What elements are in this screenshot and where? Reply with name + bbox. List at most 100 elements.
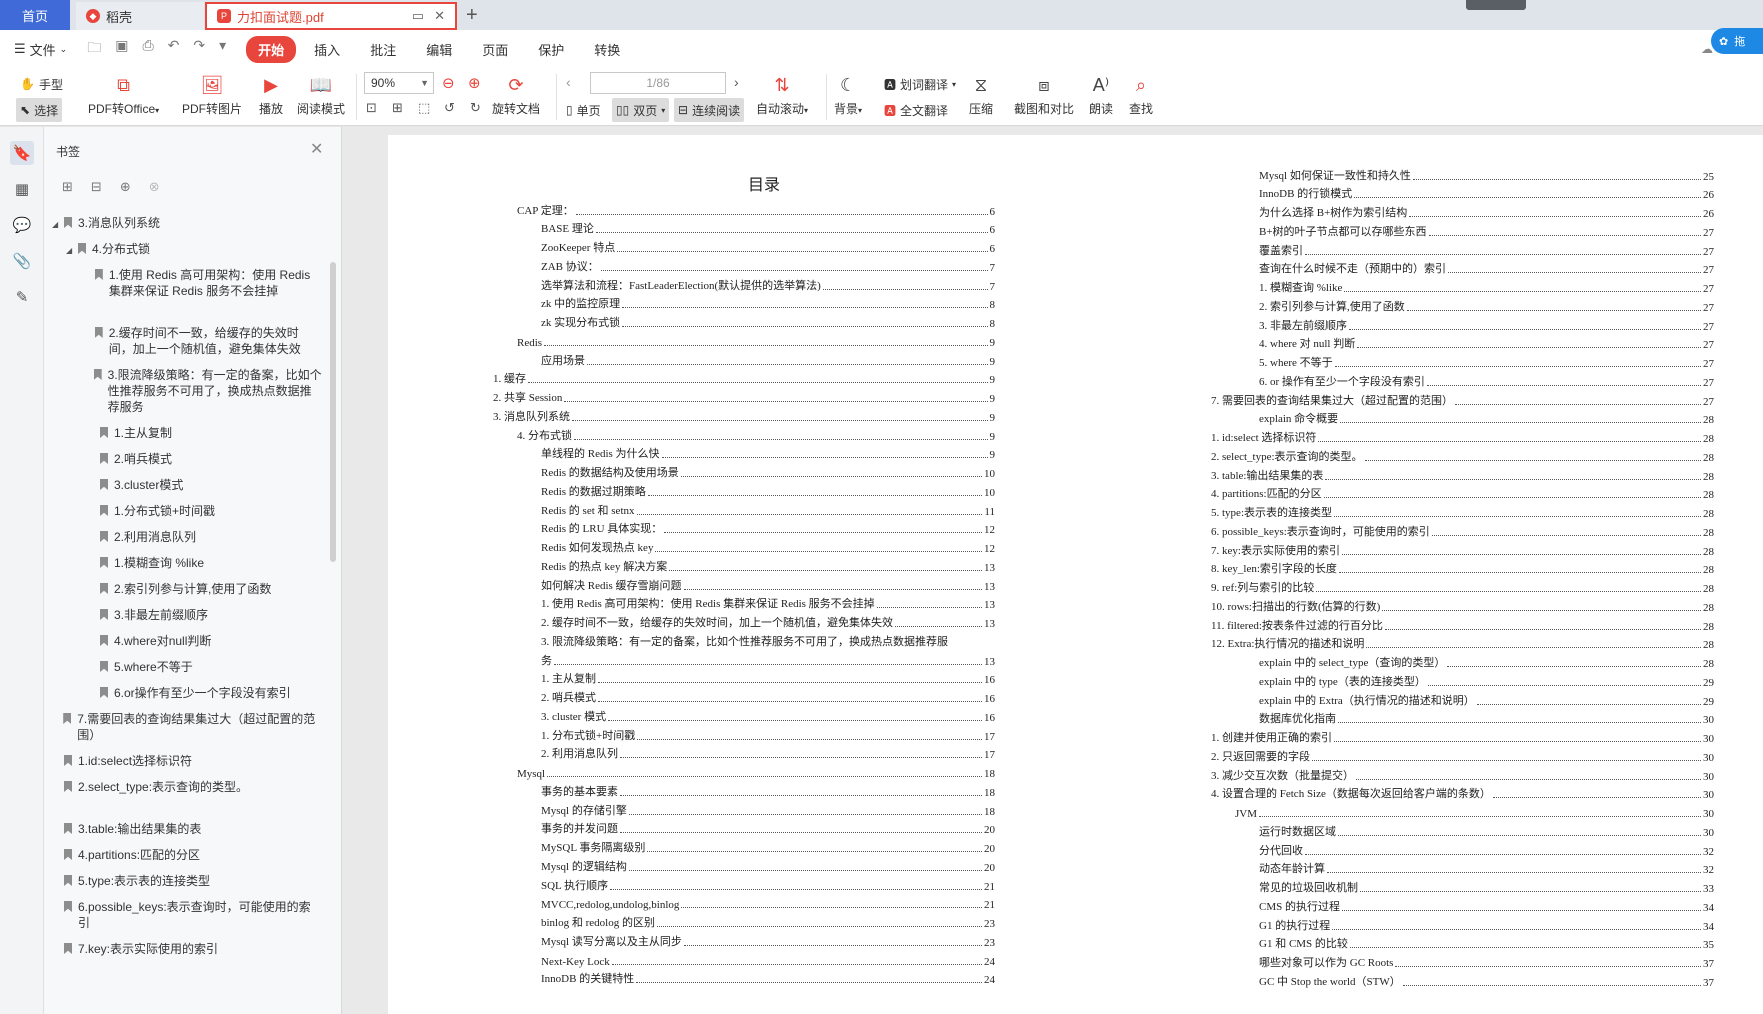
toc-entry[interactable]: CMS 的执行过程 34	[1259, 895, 1714, 914]
toc-entry[interactable]: 12. Extra:执行情况的描述和说明 28	[1211, 633, 1714, 651]
toc-entry[interactable]: 1. 使用 Redis 高可用架构：使用 Redis 集群来保证 Redis 服…	[541, 593, 995, 611]
toc-entry[interactable]: 1. 缓存 9	[493, 368, 995, 386]
file-menu[interactable]: ☰ 文件 ⌄	[14, 40, 67, 59]
bookmark-panel-icon[interactable]: 🔖	[10, 141, 34, 165]
toc-entry[interactable]: 运行时数据区域 30	[1259, 820, 1714, 839]
more-icon[interactable]: ▾	[219, 37, 226, 61]
toc-entry[interactable]: 3. 非最左前缀顺序 27	[1259, 314, 1714, 333]
toc-entry[interactable]: CAP 定理： 6	[517, 199, 995, 218]
toc-entry[interactable]: 9. ref:列与索引的比较 28	[1211, 577, 1714, 595]
read-aloud-button[interactable]: A⁾ 朗读	[1088, 72, 1114, 117]
toc-entry[interactable]: 1. id:select 选择标识符 28	[1211, 427, 1714, 445]
word-translate-button[interactable]: 🅰 划词翻译 ▾	[880, 72, 960, 96]
toc-entry[interactable]: 1. 模糊查询 %like 27	[1259, 277, 1714, 295]
bookmark-item[interactable]: 4.partitions:匹配的分区	[44, 847, 330, 873]
close-tab-icon[interactable]: ✕	[434, 8, 445, 24]
expand-arrow-icon[interactable]: ◢	[52, 217, 64, 233]
bookmark-item[interactable]: 1.id:select选择标识符	[44, 753, 330, 779]
undo-icon[interactable]: ↶	[168, 37, 180, 61]
toc-entry[interactable]: G1 和 CMS 的比较 35	[1259, 933, 1714, 951]
toc-entry[interactable]: 3. 限流降级策略：有一定的备案，比如个性推荐服务不可用了，换成热点数据推荐服	[541, 630, 995, 649]
toc-entry[interactable]: 动态年龄计算 32	[1259, 858, 1714, 876]
toc-entry[interactable]: 覆盖索引 27	[1259, 239, 1714, 258]
toc-entry[interactable]: 2. select_type:表示查询的类型。 28	[1211, 445, 1714, 464]
tab-home[interactable]: 首页	[0, 0, 70, 30]
bookmark-item[interactable]: 1.主从复制	[44, 425, 330, 451]
compress-button[interactable]: ⧖ 压缩	[968, 72, 994, 117]
toc-entry[interactable]: BASE 理论 6	[541, 218, 995, 236]
bookmark-item[interactable]: 2.哨兵模式	[44, 451, 330, 477]
tab-daoke[interactable]: ◆ 稻壳	[76, 2, 204, 30]
toc-entry[interactable]: Redis 的热点 key 解决方案 13	[541, 555, 995, 574]
toc-entry[interactable]: SQL 执行顺序 21	[541, 874, 995, 893]
toc-entry[interactable]: Mysql 读写分离以及主从同步 23	[541, 930, 995, 949]
select-tool-button[interactable]: ⬉ 选择	[16, 98, 63, 122]
toc-entry[interactable]: 11. filtered:按表条件过滤的行百分比 28	[1211, 614, 1714, 633]
attachment-icon[interactable]: 📎	[10, 249, 34, 273]
toc-entry[interactable]: Mysql 18	[517, 762, 995, 780]
fit-width-icon[interactable]: ⬚	[418, 100, 430, 116]
redo-icon[interactable]: ↷	[193, 37, 205, 61]
new-tab-button[interactable]: +	[466, 4, 478, 27]
toc-entry[interactable]: 3. 减少交互次数（批量提交） 30	[1211, 764, 1714, 783]
actual-size-icon[interactable]: ⊡	[366, 100, 377, 116]
ribbon-tab-edit[interactable]: 编辑	[414, 36, 464, 63]
toc-entry[interactable]: 6. or 操作有至少一个字段没有索引 27	[1259, 370, 1714, 389]
zoom-select[interactable]: 90% ▼	[364, 72, 434, 94]
toc-entry[interactable]: 4. 分布式锁 9	[517, 424, 995, 443]
toc-entry[interactable]: 2. 只返回需要的字段 30	[1211, 745, 1714, 764]
toc-entry[interactable]: 常见的垃圾回收机制 33	[1259, 877, 1714, 895]
fit-page-icon[interactable]: ⊞	[392, 100, 403, 116]
bookmark-item[interactable]: 6.possible_keys:表示查询时，可能使用的索引	[44, 899, 330, 941]
double-page-button[interactable]: ▯▯ 双页 ▾	[612, 98, 670, 122]
toc-entry[interactable]: MySQL 事务隔离级别 20	[541, 837, 995, 855]
close-icon[interactable]: ✕	[310, 139, 323, 159]
toc-entry[interactable]: 3. cluster 模式 16	[541, 705, 995, 724]
bookmark-item[interactable]: 3.cluster模式	[44, 477, 330, 503]
toc-entry[interactable]: 4. where 对 null 判断 27	[1259, 333, 1714, 351]
toc-entry[interactable]: zk 中的监控原理 8	[541, 293, 995, 311]
signature-icon[interactable]: ✎	[10, 285, 34, 309]
bookmark-item[interactable]: 4.where对null判断	[44, 633, 330, 659]
open-folder-icon[interactable]: 🗀	[87, 37, 101, 61]
collapse-all-icon[interactable]: ⊟	[91, 179, 102, 195]
single-page-button[interactable]: ▯ 单页	[562, 98, 605, 122]
toc-entry[interactable]: 3. 消息队列系统 9	[493, 405, 995, 424]
ribbon-tab-page[interactable]: 页面	[470, 36, 520, 63]
bookmark-item[interactable]: 7.需要回表的查询结果集过大（超过配置的范围）	[44, 711, 330, 753]
toc-entry[interactable]: G1 的执行过程 34	[1259, 914, 1714, 933]
toc-entry[interactable]: 10. rows:扫描出的行数(估算的行数) 28	[1211, 595, 1714, 614]
toc-entry[interactable]: Mysql 如何保证一致性和持久性 25	[1259, 164, 1714, 183]
rotate-left-icon[interactable]: ↺	[444, 100, 455, 116]
bookmark-item[interactable]: 7.key:表示实际使用的索引	[44, 941, 330, 967]
bookmark-item[interactable]: 1.模糊查询 %like	[44, 555, 330, 581]
toc-entry[interactable]: 事务的并发问题 20	[541, 818, 995, 836]
bookmark-item[interactable]: 2.缓存时间不一致，给缓存的失效时间，加上一个随机值，避免集体失效	[44, 325, 330, 367]
bookmark-item[interactable]: 5.where不等于	[44, 659, 330, 685]
toc-entry[interactable]: explain 命令概要 28	[1259, 408, 1714, 426]
background-button[interactable]: ☾ 背景▾	[834, 72, 862, 117]
toc-entry[interactable]: Redis 的 LRU 具体实现： 12	[541, 518, 995, 536]
toc-entry[interactable]: JVM 30	[1235, 802, 1714, 820]
toc-entry[interactable]: 5. where 不等于 27	[1259, 352, 1714, 370]
bookmark-item[interactable]: 1.分布式锁+时间戳	[44, 503, 330, 529]
rotate-document-button[interactable]: ⟳ 旋转文档	[492, 72, 540, 117]
next-page-icon[interactable]: ›	[734, 74, 739, 90]
continuous-read-button[interactable]: ⊟ 连续阅读	[674, 98, 745, 122]
toc-entry[interactable]: 事务的基本要素 18	[541, 780, 995, 799]
bookmark-item[interactable]: 3.table:输出结果集的表	[44, 821, 330, 847]
toc-entry[interactable]: 2. 缓存时间不一致，给缓存的失效时间，加上一个随机值，避免集体失效 13	[541, 612, 995, 630]
toc-entry[interactable]: 单线程的 Redis 为什么快 9	[541, 443, 995, 461]
toc-entry[interactable]: 3. table:输出结果集的表 28	[1211, 464, 1714, 483]
toc-entry[interactable]: explain 中的 select_type（查询的类型） 28	[1259, 652, 1714, 670]
toc-entry[interactable]: 1. 创建并使用正确的索引 30	[1211, 727, 1714, 745]
toc-entry[interactable]: MVCC,redolog,undolog,binlog 21	[541, 893, 995, 911]
toc-entry[interactable]: Mysql 的逻辑结构 20	[541, 855, 995, 874]
prev-page-icon[interactable]: ‹	[566, 74, 571, 90]
delete-bookmark-icon[interactable]: ⊗	[149, 179, 160, 195]
toc-entry[interactable]: 务 13	[541, 649, 995, 668]
toc-entry[interactable]: 4. 设置合理的 Fetch Size（数据每次返回给客户端的条数） 30	[1211, 783, 1714, 801]
thumbnail-icon[interactable]: ▦	[10, 177, 34, 201]
ribbon-tab-convert[interactable]: 转换	[582, 36, 632, 63]
tab-pdf-file[interactable]: P 力扣面试题.pdf ▭ ✕	[205, 2, 457, 30]
